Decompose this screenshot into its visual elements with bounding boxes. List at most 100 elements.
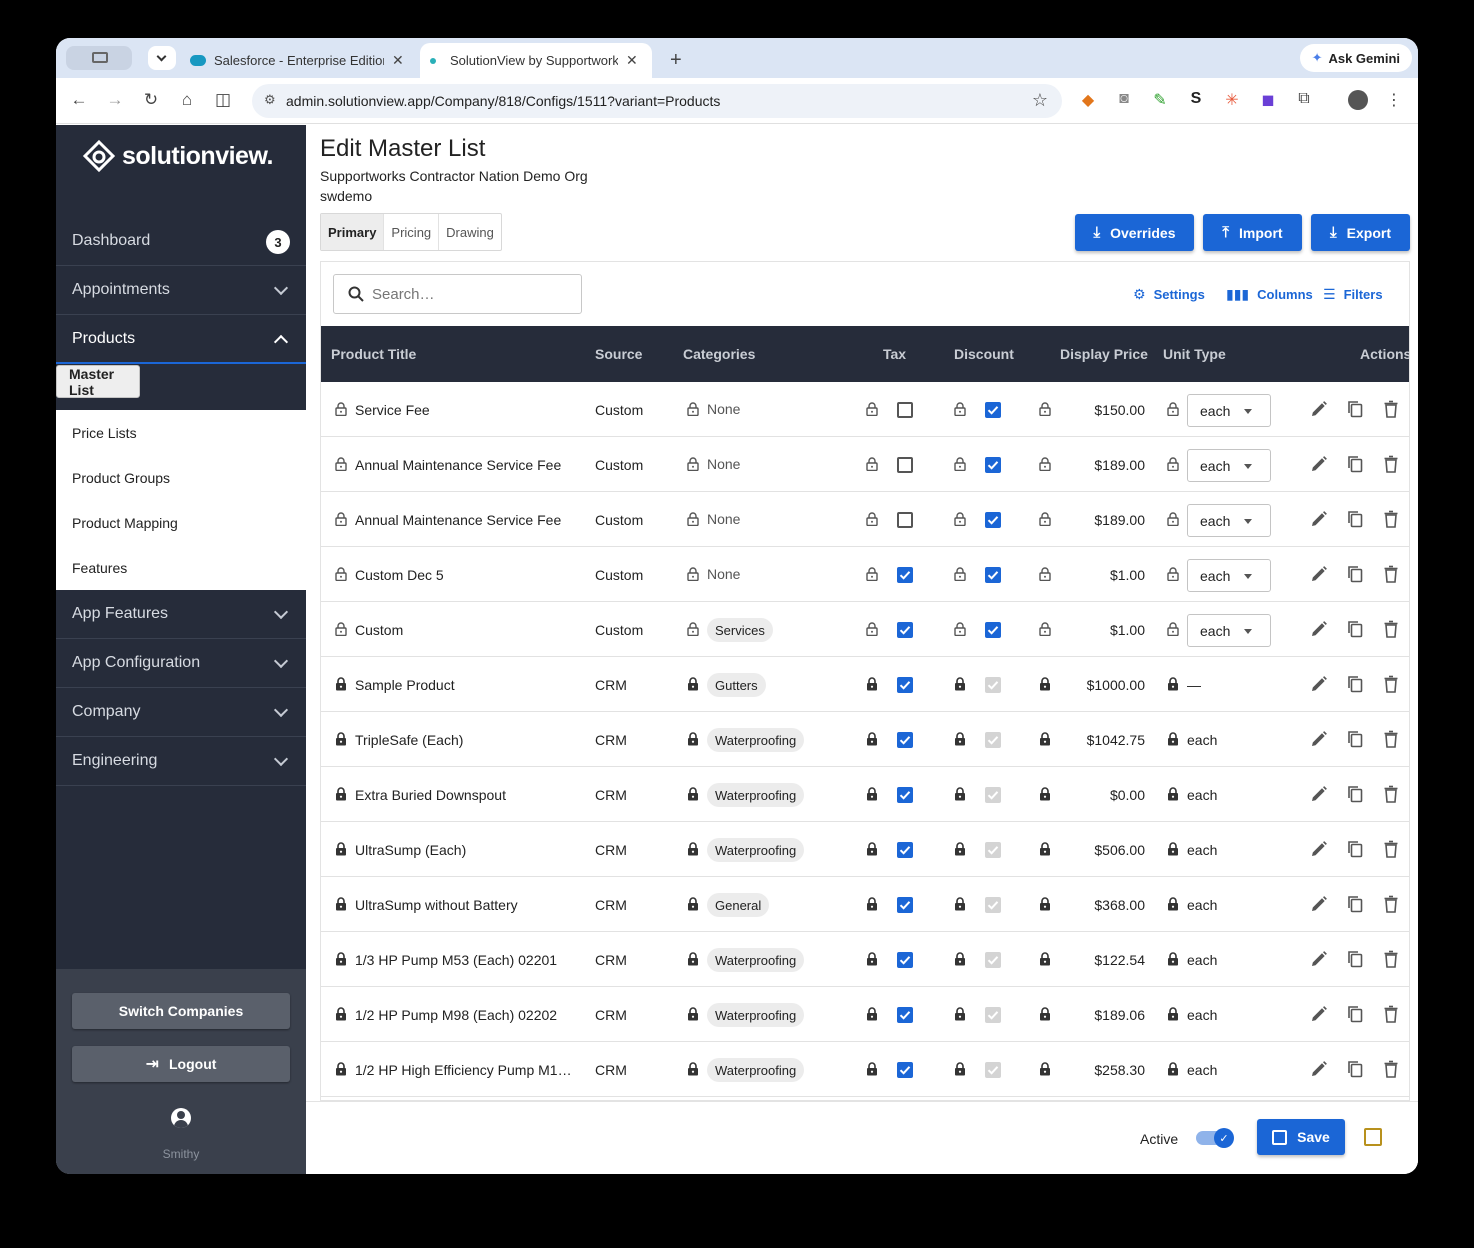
- close-tab-icon[interactable]: ✕: [392, 52, 404, 69]
- filters-button[interactable]: ☰ Filters: [1323, 286, 1383, 303]
- lock-icon[interactable]: [866, 952, 878, 966]
- lock-icon[interactable]: [687, 677, 699, 691]
- sidebar-item-dashboard[interactable]: Dashboard 3: [56, 217, 306, 266]
- lock-icon[interactable]: [1167, 897, 1179, 911]
- edit-pencil-icon[interactable]: [1309, 729, 1329, 749]
- edit-pencil-icon[interactable]: [1309, 509, 1329, 529]
- lock-icon[interactable]: [687, 897, 699, 911]
- unit-type-select[interactable]: each: [1187, 614, 1271, 647]
- delete-trash-icon[interactable]: [1381, 509, 1401, 529]
- delete-trash-icon[interactable]: [1381, 674, 1401, 694]
- lock-icon[interactable]: [866, 457, 878, 471]
- table-row[interactable]: UltraSump (Each) CRM Waterproofing $506.00 e…: [321, 822, 1409, 877]
- lock-icon[interactable]: [954, 952, 966, 966]
- lock-icon[interactable]: [335, 622, 347, 636]
- duplicate-copy-icon[interactable]: [1345, 894, 1365, 914]
- edit-pencil-icon[interactable]: [1309, 564, 1329, 584]
- edit-pencil-icon[interactable]: [1309, 949, 1329, 969]
- table-row[interactable]: 1/2 HP Pump M98 (Each) 02202 CRM Waterproo…: [321, 987, 1409, 1042]
- table-row[interactable]: Custom Dec 5 Custom None $1.00 each: [321, 547, 1409, 602]
- import-button[interactable]: ⤒ Import: [1203, 214, 1302, 251]
- lock-icon[interactable]: [335, 732, 347, 746]
- s-extension-icon[interactable]: S: [1186, 90, 1206, 108]
- unit-type-select[interactable]: each: [1187, 504, 1271, 537]
- reload-icon[interactable]: ↻: [140, 90, 162, 110]
- lock-icon[interactable]: [335, 952, 347, 966]
- tax-checkbox[interactable]: [897, 897, 913, 913]
- tax-checkbox[interactable]: [897, 457, 913, 473]
- lock-icon[interactable]: [335, 402, 347, 416]
- table-row[interactable]: 1/3 HP Pump M53 (Each) 02201 CRM Waterproo…: [321, 932, 1409, 987]
- lock-icon[interactable]: [954, 1007, 966, 1021]
- table-row[interactable]: Annual Maintenance Service Fee Custom None…: [321, 492, 1409, 547]
- lock-icon[interactable]: [1167, 787, 1179, 801]
- duplicate-copy-icon[interactable]: [1345, 674, 1365, 694]
- edit-pencil-icon[interactable]: [1309, 674, 1329, 694]
- unit-type-select[interactable]: each: [1187, 559, 1271, 592]
- tab-drawing[interactable]: Drawing: [439, 214, 501, 250]
- lock-icon[interactable]: [335, 677, 347, 691]
- solutionview-logo[interactable]: solutionview.: [82, 139, 273, 173]
- lock-icon[interactable]: [954, 897, 966, 911]
- duplicate-copy-icon[interactable]: [1345, 1059, 1365, 1079]
- lock-icon[interactable]: [1167, 402, 1179, 416]
- lock-icon[interactable]: [1167, 567, 1179, 581]
- delete-trash-icon[interactable]: [1381, 1059, 1401, 1079]
- column-header-source[interactable]: Source: [595, 346, 642, 362]
- duplicate-copy-icon[interactable]: [1345, 729, 1365, 749]
- lock-icon[interactable]: [1167, 1007, 1179, 1021]
- lock-icon[interactable]: [1167, 677, 1179, 691]
- duplicate-copy-icon[interactable]: [1345, 509, 1365, 529]
- lock-icon[interactable]: [1039, 402, 1051, 416]
- sidebar-subitem-product-mapping[interactable]: Product Mapping: [56, 500, 306, 545]
- lock-icon[interactable]: [687, 512, 699, 526]
- lock-icon[interactable]: [687, 457, 699, 471]
- lock-icon[interactable]: [954, 622, 966, 636]
- lock-icon[interactable]: [954, 677, 966, 691]
- tax-checkbox[interactable]: [897, 1007, 913, 1023]
- column-header-tax[interactable]: Tax: [883, 346, 906, 362]
- tab-group-icon[interactable]: [66, 46, 132, 70]
- lock-icon[interactable]: [687, 952, 699, 966]
- lock-icon[interactable]: [1039, 512, 1051, 526]
- lock-icon[interactable]: [954, 457, 966, 471]
- lock-icon[interactable]: [687, 732, 699, 746]
- lock-icon[interactable]: [1039, 622, 1051, 636]
- delete-trash-icon[interactable]: [1381, 729, 1401, 749]
- pen-extension-icon[interactable]: ✎: [1150, 90, 1170, 110]
- table-row[interactable]: 1/2 HP High Efficiency Pump M1… CRM Waterp…: [321, 1042, 1409, 1097]
- duplicate-copy-icon[interactable]: [1345, 784, 1365, 804]
- table-row[interactable]: UltraSump without Battery CRM General $368.…: [321, 877, 1409, 932]
- lock-icon[interactable]: [1167, 952, 1179, 966]
- columns-button[interactable]: ▮▮▮ Columns: [1226, 286, 1313, 303]
- tax-checkbox[interactable]: [897, 842, 913, 858]
- lock-icon[interactable]: [687, 567, 699, 581]
- table-row[interactable]: TripleSafe (Each) CRM Waterproofing $1042.7…: [321, 712, 1409, 767]
- lock-icon[interactable]: [335, 457, 347, 471]
- unit-type-select[interactable]: each: [1187, 394, 1271, 427]
- lock-icon[interactable]: [866, 732, 878, 746]
- browser-menu-icon[interactable]: ⋮: [1384, 90, 1404, 110]
- sidebar-subitem-product-groups[interactable]: Product Groups: [56, 455, 306, 500]
- duplicate-copy-icon[interactable]: [1345, 839, 1365, 859]
- tax-checkbox[interactable]: [897, 402, 913, 418]
- duplicate-copy-icon[interactable]: [1345, 564, 1365, 584]
- lock-icon[interactable]: [954, 732, 966, 746]
- settings-button[interactable]: ⚙ Settings: [1133, 286, 1205, 303]
- sidebar-item-company[interactable]: Company: [56, 688, 306, 737]
- lock-icon[interactable]: [1039, 457, 1051, 471]
- duplicate-copy-icon[interactable]: [1345, 454, 1365, 474]
- search-input[interactable]: [372, 285, 562, 303]
- lock-icon[interactable]: [866, 622, 878, 636]
- lock-icon[interactable]: [866, 1007, 878, 1021]
- edit-pencil-icon[interactable]: [1309, 839, 1329, 859]
- lock-icon[interactable]: [1039, 1062, 1051, 1076]
- new-tab-icon[interactable]: +: [660, 43, 692, 78]
- sidebar-subitem-price-lists[interactable]: Price Lists: [56, 410, 306, 455]
- tax-checkbox[interactable]: [897, 567, 913, 583]
- duplicate-copy-icon[interactable]: [1345, 1004, 1365, 1024]
- edit-pencil-icon[interactable]: [1309, 399, 1329, 419]
- delete-trash-icon[interactable]: [1381, 564, 1401, 584]
- tax-checkbox[interactable]: [897, 732, 913, 748]
- discount-checkbox[interactable]: [985, 457, 1001, 473]
